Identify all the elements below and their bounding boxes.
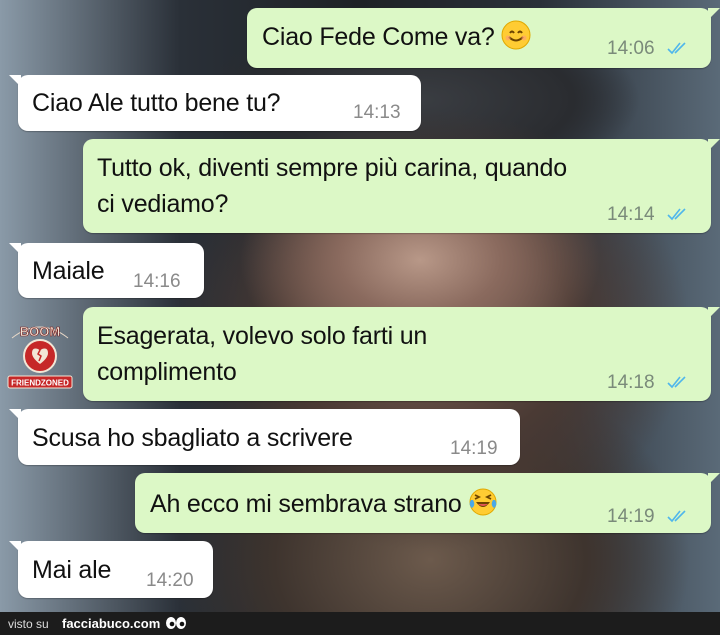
message-time: 14:20: [146, 570, 194, 591]
message-time: 14:06: [607, 38, 655, 59]
double-check-icon: [667, 42, 686, 55]
message-bubble-outgoing[interactable]: Ciao Fede Come va? 14:06: [247, 8, 720, 68]
message-text: Ciao Fede Come va?: [262, 20, 531, 54]
double-check-icon: [667, 510, 686, 523]
message-bubble-incoming[interactable]: Ciao Ale tutto bene tu? 14:13: [9, 75, 421, 131]
message-text: Scusa ho sbagliato a scrivere: [32, 424, 353, 452]
message-bubble-incoming[interactable]: Scusa ho sbagliato a scrivere 14:19: [9, 409, 520, 465]
smile-emoji: [501, 20, 531, 50]
message-time: 14:19: [607, 506, 655, 527]
message-text-line1: Esagerata, volevo solo farti un: [97, 322, 428, 350]
message-time: 14:16: [133, 271, 181, 292]
laughing-tears-emoji: [469, 488, 497, 516]
boom-friendzoned-logo: BOOM FRIENDZONED: [6, 316, 74, 392]
message-text-line2: ci vediamo?: [97, 190, 229, 218]
message-text: Ah ecco mi sembrava strano: [150, 487, 498, 521]
footer-site-link[interactable]: facciabuco.com: [62, 616, 160, 631]
logo-bottom-text: FRIENDZONED: [11, 379, 69, 388]
double-check-icon: [667, 376, 686, 389]
message-bubble-incoming[interactable]: Maiale 14:16: [9, 243, 204, 298]
eyes-icon: [166, 617, 186, 629]
message-text: Ciao Ale tutto bene tu?: [32, 89, 281, 117]
logo-top-text: BOOM: [20, 324, 60, 339]
message-text: Mai ale: [32, 556, 112, 584]
message-bubble-outgoing[interactable]: Ah ecco mi sembrava strano 14:19: [135, 473, 720, 533]
message-bubble-outgoing[interactable]: Tutto ok, diventi sempre più carina, qua…: [83, 139, 720, 233]
message-text-line1: Tutto ok, diventi sempre più carina, qua…: [97, 154, 567, 182]
message-bubble-outgoing[interactable]: Esagerata, volevo solo farti un complime…: [83, 307, 720, 401]
message-time: 14:13: [353, 102, 401, 123]
footer-bar: visto su facciabuco.com: [0, 612, 720, 635]
message-time: 14:14: [607, 204, 655, 225]
message-text: Maiale: [32, 257, 105, 285]
footer-visto-label: visto su: [8, 617, 49, 631]
message-time: 14:19: [450, 438, 498, 459]
message-time: 14:18: [607, 372, 655, 393]
message-text-line2: complimento: [97, 358, 237, 386]
double-check-icon: [667, 208, 686, 221]
message-bubble-incoming[interactable]: Mai ale 14:20: [9, 541, 213, 598]
